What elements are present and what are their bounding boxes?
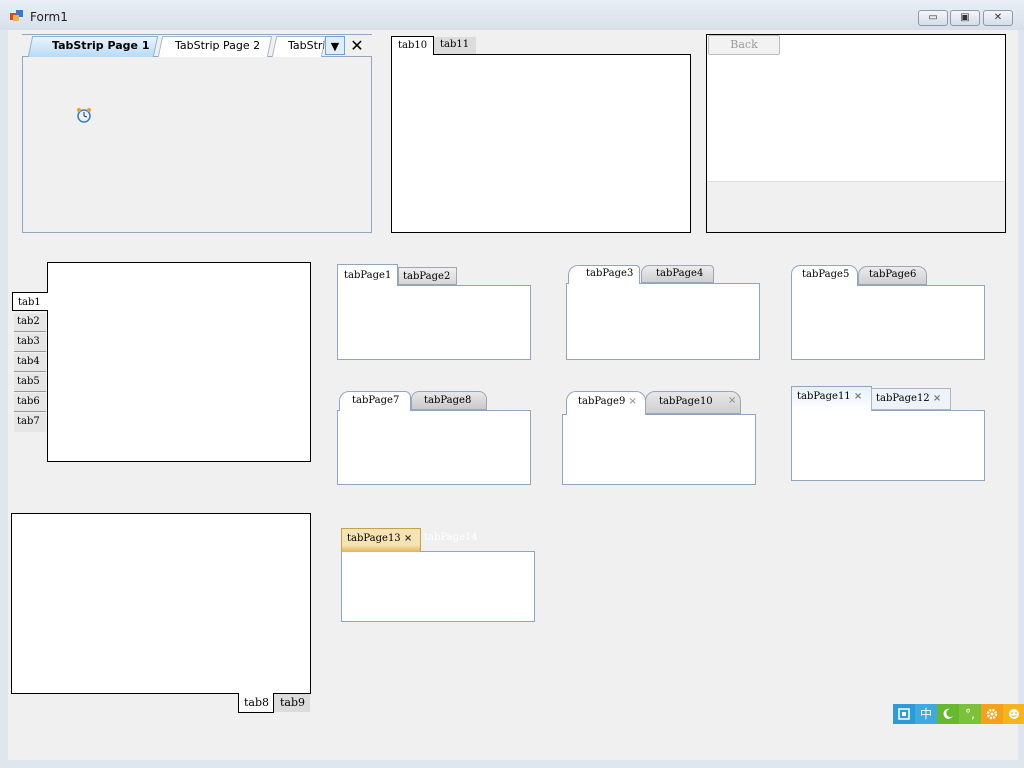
tab-tabpage5[interactable]: tabPage5 [791,265,858,286]
close-icon: ✕ [993,12,1003,23]
tab-tabpage13[interactable]: tabPage13 × [341,528,421,552]
back-button[interactable]: Back [708,35,780,55]
app-icon [10,10,24,22]
ime-logo-icon[interactable] [893,704,915,724]
tab-tabpage2[interactable]: tabPage2 [398,267,457,285]
ime-language-button[interactable]: 中 [915,704,937,724]
tab-tabpage7[interactable]: tabPage7 [339,391,411,411]
tabstrip-panel [22,56,372,233]
tab-tabpage3[interactable]: tabPage3 [568,265,640,284]
side-tabs-panel [47,262,311,462]
tabstrip-tab-2[interactable]: TabStrip Page 2 [175,40,260,51]
side-tab-5[interactable]: tab5 [14,373,46,392]
chevron-down-icon: ▼ [330,40,340,53]
tc6-panel [791,410,985,481]
tab-tabpage11[interactable]: tabPage11 × [791,386,872,411]
tabstrip-tab-3[interactable]: TabStri [288,40,324,51]
side-tab-6[interactable]: tab6 [14,393,46,412]
tc3-panel [791,285,985,360]
side-tab-2[interactable]: tab2 [14,313,46,332]
tab-tabpage1[interactable]: tabPage1 [337,264,398,286]
tab-tab8[interactable]: tab8 [238,693,274,713]
tab-tabpage12-close-icon[interactable]: × [933,393,941,404]
minimize-icon: ▭ [928,12,938,23]
tab-tabpage11-close-icon[interactable]: × [854,391,862,402]
close-button[interactable]: ✕ [983,10,1013,26]
gear-icon[interactable] [981,704,1003,724]
tab-tabpage9[interactable]: tabPage9 × [566,391,646,415]
tabstrip-close-button[interactable]: ✕ [347,36,367,55]
tab-tab10[interactable]: tab10 [391,36,434,55]
tabstrip-tab-1[interactable]: TabStrip Page 1 [52,40,149,51]
tab-tab9[interactable]: tab9 [274,694,310,712]
ime-toolbar: 中 °, [893,704,1024,724]
tab-tabpage14[interactable]: tabPage14 [424,533,478,543]
maximize-button[interactable]: ▣ [950,10,980,26]
title-bar [0,0,1024,30]
tab-tabpage12-label: tabPage12 [876,393,930,404]
punctuation-icon[interactable]: °, [959,704,981,724]
tab-tabpage12[interactable]: tabPage12 × [871,388,951,410]
bottom-tabs-panel [11,513,311,694]
alarm-clock-icon [76,107,92,123]
side-tab-3[interactable]: tab3 [14,333,46,352]
close-icon: ✕ [350,36,364,55]
tab-tabpage13-close-icon[interactable]: × [404,533,412,544]
tc4-panel [337,410,531,485]
tab-tabpage4[interactable]: tabPage4 [641,265,714,283]
moon-icon[interactable] [937,704,959,724]
tab-tabpage8[interactable]: tabPage8 [411,391,487,410]
tab-tabpage10[interactable]: tabPage10 [645,391,741,414]
browser-viewport [707,35,1005,182]
smiley-icon[interactable] [1003,704,1024,724]
side-tab-4[interactable]: tab4 [14,353,46,372]
minimize-button[interactable]: ▭ [918,10,948,26]
side-tab-7[interactable]: tab7 [14,413,46,432]
tc1-panel [337,285,531,360]
tab-tabpage9-label: tabPage9 [578,396,626,407]
tc5-panel [562,414,756,485]
maximize-icon: ▣ [960,12,970,23]
tab-tabpage10-close-icon[interactable]: × [728,396,736,406]
tab-tab11[interactable]: tab11 [434,37,476,54]
tab-tabpage13-label: tabPage13 [347,533,401,544]
tc7-panel [341,551,535,622]
tab-tabpage11-label: tabPage11 [797,391,851,402]
tabstrip-dropdown-button[interactable]: ▼ [325,36,345,55]
tab-tabpage10-label: tabPage10 [659,396,713,407]
side-tab-1[interactable]: tab1 [12,292,48,311]
tab-tabpage6[interactable]: tabPage6 [858,266,927,285]
window-title: Form1 [30,10,68,24]
tab10-panel [391,54,691,233]
tc2-panel [566,283,760,360]
tab-tabpage9-close-icon[interactable]: × [629,396,637,407]
